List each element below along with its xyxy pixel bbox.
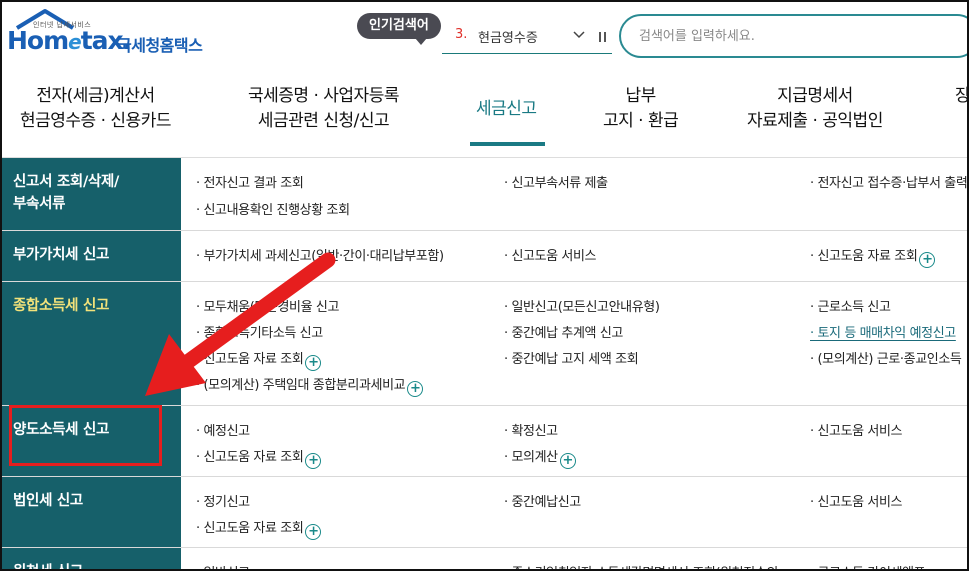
search-input[interactable] xyxy=(639,25,939,47)
nav-payment-statement[interactable]: 지급명세서 자료제출 · 공익법인 xyxy=(747,84,883,134)
menu-item[interactable]: · 중간예납 추계액 신고 xyxy=(504,322,623,341)
plus-circle-icon[interactable]: + xyxy=(305,524,322,540)
search-box[interactable] xyxy=(619,14,967,58)
menu-item[interactable]: · 신고부속서류 제출 xyxy=(504,172,608,191)
menu-row-report-inquiry: 신고서 조회/삭제/ 부속서류 · 전자신고 결과 조회 · 신고부속서류 제출… xyxy=(2,158,967,231)
tax-filing-menu: 신고서 조회/삭제/ 부속서류 · 전자신고 결과 조회 · 신고부속서류 제출… xyxy=(2,158,967,569)
nav-payment[interactable]: 납부 고지 · 환급 xyxy=(603,84,679,134)
nav-certificate-registration[interactable]: 국세증명 · 사업자등록 세금관련 신청/신고 xyxy=(248,84,399,134)
nav-tax-filing[interactable]: 세금신고 xyxy=(476,97,537,122)
category-income-tax[interactable]: 종합소득세 신고 xyxy=(2,282,181,405)
logo-wordmark: Hometax. xyxy=(7,26,132,55)
menu-item[interactable]: · 신고도움 서비스 xyxy=(504,245,597,264)
menu-item[interactable]: · 중간예납신고 xyxy=(504,491,581,510)
menu-item[interactable]: · 신고도움 자료 조회 + xyxy=(196,348,322,371)
hometax-window: 인터넷 납세서비스 Hometax. 국세청홈택스 인기검색어 3. 현금영수증… xyxy=(0,0,969,571)
menu-item-link[interactable]: · 토지 등 매매차익 예정신고 xyxy=(810,322,956,341)
menu-row-income-tax: 종합소득세 신고 · 모두채움(단순경비율 신고 · 일반신고(모든신고안내유형… xyxy=(2,282,967,406)
menu-item[interactable]: · 정기신고 xyxy=(196,491,250,510)
popular-search-ticker[interactable]: 3. 현금영수증 xyxy=(442,22,612,54)
annotation-highlight-box xyxy=(9,405,162,466)
menu-item[interactable]: · 신고도움 서비스 xyxy=(810,491,903,510)
plus-circle-icon[interactable]: + xyxy=(919,252,936,268)
menu-row-withholding-tax: 원천세 신고 · 일반신고 · 중소기업취업자 소득세감면명세서 조회(원천징수… xyxy=(2,548,967,569)
category-corporate-tax[interactable]: 법인세 신고 xyxy=(2,477,181,547)
plus-circle-icon[interactable]: + xyxy=(305,453,322,469)
menu-item[interactable]: · 중소기업취업자 소득세감면명세서 조회(원천징수의 xyxy=(504,562,778,569)
menu-item[interactable]: · 신고도움 서비스 xyxy=(810,420,903,439)
menu-item[interactable]: · 일반신고(모든신고안내유형) xyxy=(504,296,660,315)
menu-item[interactable]: · 신고도움 자료 조회 + xyxy=(196,446,322,469)
menu-item[interactable]: · 모두채움(단순경비율 신고 xyxy=(196,296,339,315)
menu-item[interactable]: · 전자신고 접수증·납부서 출력 xyxy=(810,172,967,191)
menu-item[interactable]: · (모의계산) 근로·종교인소득 xyxy=(810,348,962,367)
menu-item[interactable]: · 부가가치세 과세신고(일반·간이·대리납부포함) xyxy=(196,245,444,264)
menu-item[interactable]: · 근로소득 간이세액표 xyxy=(810,562,926,569)
menu-item[interactable]: · 확정신고 xyxy=(504,420,558,439)
popular-search-badge: 인기검색어 xyxy=(357,13,441,45)
pause-icon[interactable] xyxy=(598,31,608,43)
menu-item[interactable]: · 근로소득 신고 xyxy=(810,296,891,315)
logo-korean-name: 국세청홈택스 xyxy=(117,36,203,55)
menu-row-vat: 부가가치세 신고 · 부가가치세 과세신고(일반·간이·대리납부포함) · 신고… xyxy=(2,231,967,282)
nav-e-invoice[interactable]: 전자(세금)계산서 현금영수증 · 신용카드 xyxy=(20,84,171,134)
plus-circle-icon[interactable]: + xyxy=(305,355,322,371)
menu-row-corporate-tax: 법인세 신고 · 정기신고 · 중간예납신고 · 신고도움 서비스 · 신고도움… xyxy=(2,477,967,548)
menu-item[interactable]: · 일반신고 xyxy=(196,562,250,569)
menu-item[interactable]: · 예정신고 xyxy=(196,420,250,439)
menu-item[interactable]: · 종합소득기타소득 신고 xyxy=(196,322,323,341)
menu-item[interactable]: · 중간예납 고지 세액 조회 xyxy=(504,348,639,367)
category-vat[interactable]: 부가가치세 신고 xyxy=(2,231,181,281)
plus-circle-icon[interactable]: + xyxy=(559,453,576,469)
menu-item[interactable]: · (모의계산) 주택임대 종합분리과세비교 + xyxy=(196,374,424,397)
menu-item[interactable]: · 모의계산 + xyxy=(504,446,576,469)
hometax-logo[interactable]: 인터넷 납세서비스 Hometax. 국세청홈택스 xyxy=(7,8,222,58)
header: 인터넷 납세서비스 Hometax. 국세청홈택스 인기검색어 3. 현금영수증 xyxy=(2,2,967,68)
menu-item[interactable]: · 전자신고 결과 조회 xyxy=(196,172,304,191)
menu-item[interactable]: · 신고도움 자료 조회 + xyxy=(196,517,322,540)
popular-term[interactable]: 현금영수증 xyxy=(478,27,538,46)
plus-circle-icon[interactable]: + xyxy=(407,381,424,397)
category-withholding-tax[interactable]: 원천세 신고 xyxy=(2,548,181,569)
chevron-down-icon[interactable] xyxy=(572,28,586,42)
nav-more[interactable]: 장 xyxy=(955,84,967,109)
category-report-inquiry[interactable]: 신고서 조회/삭제/ 부속서류 xyxy=(2,158,181,230)
main-nav: 전자(세금)계산서 현금영수증 · 신용카드 국세증명 · 사업자등록 세금관련… xyxy=(2,68,967,158)
popular-rank: 3. xyxy=(455,27,468,42)
active-tab-indicator xyxy=(470,142,545,146)
menu-item[interactable]: · 신고도움 자료 조회 + xyxy=(810,245,936,268)
menu-item[interactable]: · 신고내용확인 진행상황 조회 xyxy=(196,199,350,218)
